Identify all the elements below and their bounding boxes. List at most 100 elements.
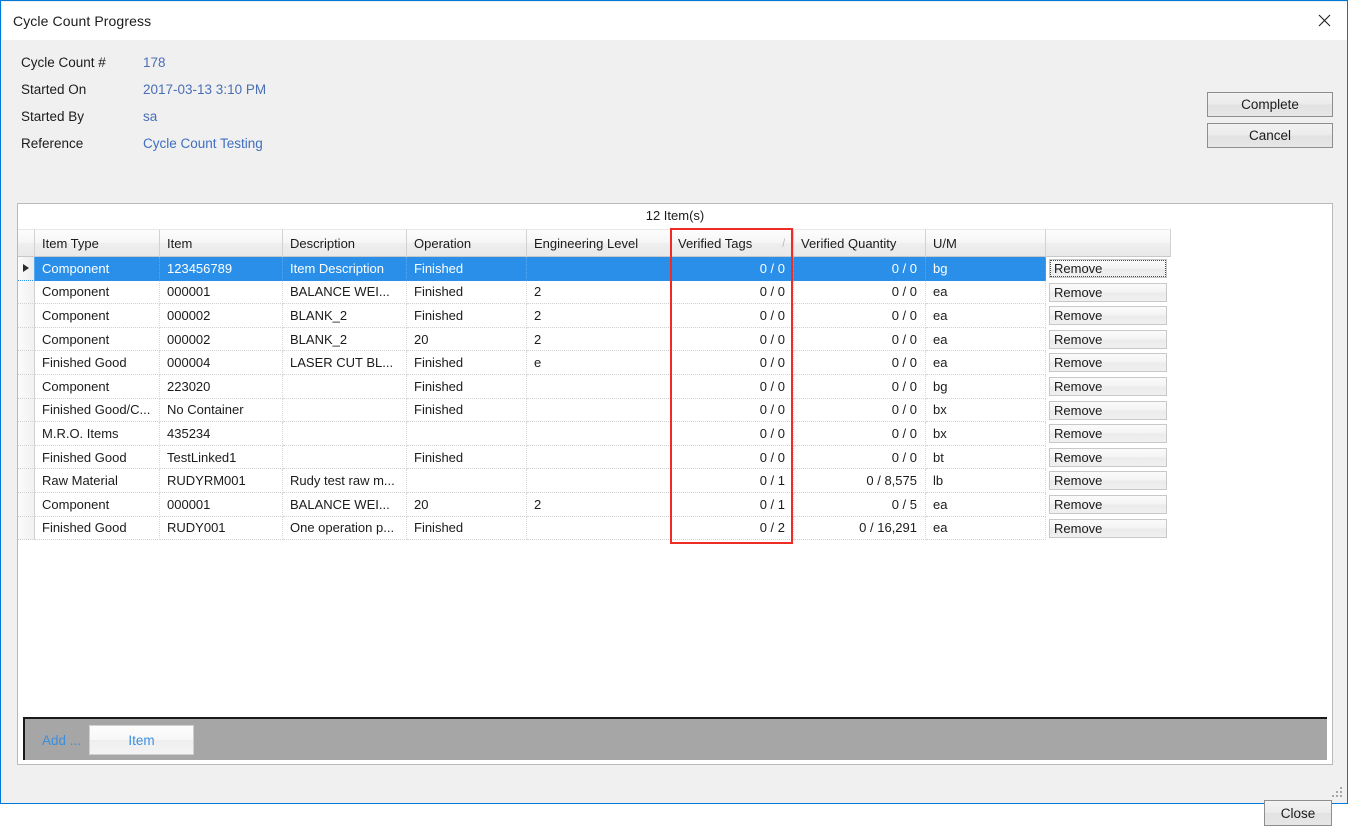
cell-item-type[interactable]: Raw Material: [35, 469, 160, 493]
column-header-operation[interactable]: Operation: [407, 229, 527, 257]
cell-description[interactable]: One operation p...: [283, 516, 407, 541]
cell-item[interactable]: RUDY001: [160, 516, 283, 541]
column-header-description[interactable]: Description: [283, 229, 407, 257]
remove-button[interactable]: Remove: [1049, 447, 1167, 467]
table-row[interactable]: Finished Good RUDY001 One operation p... Fi…: [18, 516, 1332, 541]
column-header-actions[interactable]: [1046, 229, 1171, 257]
column-header-verified-quantity[interactable]: Verified Quantity: [794, 229, 926, 257]
cell-item-type[interactable]: Finished Good: [35, 516, 160, 541]
cell-operation[interactable]: [407, 422, 527, 446]
cell-um[interactable]: ea: [926, 304, 1046, 328]
table-row[interactable]: Raw Material RUDYRM001 Rudy test raw m... 0…: [18, 469, 1332, 493]
cell-um[interactable]: ea: [926, 280, 1046, 305]
cell-engineering-level[interactable]: [527, 422, 671, 446]
resize-grip[interactable]: [1331, 787, 1344, 800]
cell-description[interactable]: BALANCE WEI...: [283, 492, 407, 517]
row-selector-cell[interactable]: [18, 445, 35, 470]
cell-um[interactable]: bg: [926, 257, 1046, 281]
cell-verified-quantity[interactable]: 0 / 0: [794, 327, 926, 352]
close-window-button[interactable]: [1301, 2, 1347, 39]
cell-item[interactable]: 123456789: [160, 257, 283, 281]
cancel-button[interactable]: Cancel: [1207, 123, 1333, 148]
table-row[interactable]: Finished Good/C... No Container Finished 0 …: [18, 398, 1332, 423]
cell-item-type[interactable]: Finished Good/C...: [35, 398, 160, 423]
cell-operation[interactable]: Finished: [407, 257, 527, 281]
cell-um[interactable]: bx: [926, 422, 1046, 446]
remove-button[interactable]: Remove: [1049, 329, 1167, 349]
cell-verified-tags[interactable]: 0 / 0: [671, 280, 794, 305]
column-header-item[interactable]: Item: [160, 229, 283, 257]
cell-engineering-level[interactable]: [527, 374, 671, 399]
cell-operation[interactable]: Finished: [407, 280, 527, 305]
cell-verified-quantity[interactable]: 0 / 0: [794, 422, 926, 446]
column-header-um[interactable]: U/M: [926, 229, 1046, 257]
cell-um[interactable]: bx: [926, 398, 1046, 423]
cell-engineering-level[interactable]: 2: [527, 280, 671, 305]
cell-item-type[interactable]: Component: [35, 257, 160, 281]
cell-verified-quantity[interactable]: 0 / 5: [794, 492, 926, 517]
table-row[interactable]: Component 000002 BLANK_2 Finished 2 0 / 00 / …: [18, 304, 1332, 328]
remove-button[interactable]: Remove: [1049, 376, 1167, 396]
remove-button[interactable]: Remove: [1049, 282, 1167, 302]
cell-verified-quantity[interactable]: 0 / 16,291: [794, 516, 926, 541]
row-selector-cell[interactable]: [18, 516, 35, 541]
row-selector-cell[interactable]: [18, 469, 35, 493]
cell-item[interactable]: 000001: [160, 280, 283, 305]
cell-engineering-level[interactable]: e: [527, 351, 671, 375]
cell-operation[interactable]: Finished: [407, 445, 527, 470]
cell-operation[interactable]: 20: [407, 327, 527, 352]
cell-um[interactable]: ea: [926, 327, 1046, 352]
table-row[interactable]: Finished Good TestLinked1 Finished 0 / 00 /…: [18, 445, 1332, 470]
cell-description[interactable]: [283, 398, 407, 423]
cell-verified-quantity[interactable]: 0 / 0: [794, 304, 926, 328]
row-selector-cell[interactable]: [18, 374, 35, 399]
remove-button[interactable]: Remove: [1049, 518, 1167, 538]
cell-engineering-level[interactable]: [527, 257, 671, 281]
column-header-verified-tags[interactable]: Verified Tags /: [671, 229, 794, 257]
cell-engineering-level[interactable]: [527, 516, 671, 541]
cell-verified-tags[interactable]: 0 / 0: [671, 327, 794, 352]
cell-item-type[interactable]: Component: [35, 327, 160, 352]
remove-button[interactable]: Remove: [1049, 306, 1167, 326]
cell-description[interactable]: BLANK_2: [283, 327, 407, 352]
cell-engineering-level[interactable]: 2: [527, 304, 671, 328]
table-row[interactable]: Finished Good 000004 LASER CUT BL... Finish…: [18, 351, 1332, 375]
cell-description[interactable]: Item Description: [283, 257, 407, 281]
cell-item[interactable]: 223020: [160, 374, 283, 399]
complete-button[interactable]: Complete: [1207, 92, 1333, 117]
cell-engineering-level[interactable]: [527, 445, 671, 470]
cell-description[interactable]: BALANCE WEI...: [283, 280, 407, 305]
cell-verified-tags[interactable]: 0 / 2: [671, 516, 794, 541]
cell-item-type[interactable]: Component: [35, 374, 160, 399]
row-selector-cell[interactable]: [18, 422, 35, 446]
add-item-button[interactable]: Item: [89, 725, 194, 755]
remove-button[interactable]: Remove: [1049, 494, 1167, 514]
cell-verified-tags[interactable]: 0 / 0: [671, 422, 794, 446]
cell-verified-tags[interactable]: 0 / 1: [671, 492, 794, 517]
cell-operation[interactable]: Finished: [407, 516, 527, 541]
remove-button[interactable]: Remove: [1049, 471, 1167, 491]
cell-item[interactable]: TestLinked1: [160, 445, 283, 470]
cell-um[interactable]: lb: [926, 469, 1046, 493]
cell-um[interactable]: ea: [926, 516, 1046, 541]
cell-item[interactable]: RUDYRM001: [160, 469, 283, 493]
cell-engineering-level[interactable]: 2: [527, 327, 671, 352]
cell-verified-tags[interactable]: 0 / 0: [671, 304, 794, 328]
cell-um[interactable]: bt: [926, 445, 1046, 470]
remove-button[interactable]: Remove: [1049, 424, 1167, 444]
row-selector-cell[interactable]: [18, 327, 35, 352]
cell-description[interactable]: Rudy test raw m...: [283, 469, 407, 493]
row-selector-cell[interactable]: [18, 257, 35, 281]
cell-engineering-level[interactable]: 2: [527, 492, 671, 517]
cell-item-type[interactable]: Component: [35, 492, 160, 517]
row-selector-cell[interactable]: [18, 492, 35, 517]
cell-um[interactable]: bg: [926, 374, 1046, 399]
cell-operation[interactable]: Finished: [407, 398, 527, 423]
cell-item[interactable]: 000002: [160, 304, 283, 328]
cell-item-type[interactable]: Component: [35, 304, 160, 328]
cell-verified-quantity[interactable]: 0 / 8,575: [794, 469, 926, 493]
cell-engineering-level[interactable]: [527, 398, 671, 423]
cell-description[interactable]: [283, 445, 407, 470]
cell-operation[interactable]: 20: [407, 492, 527, 517]
remove-button[interactable]: Remove: [1049, 353, 1167, 373]
